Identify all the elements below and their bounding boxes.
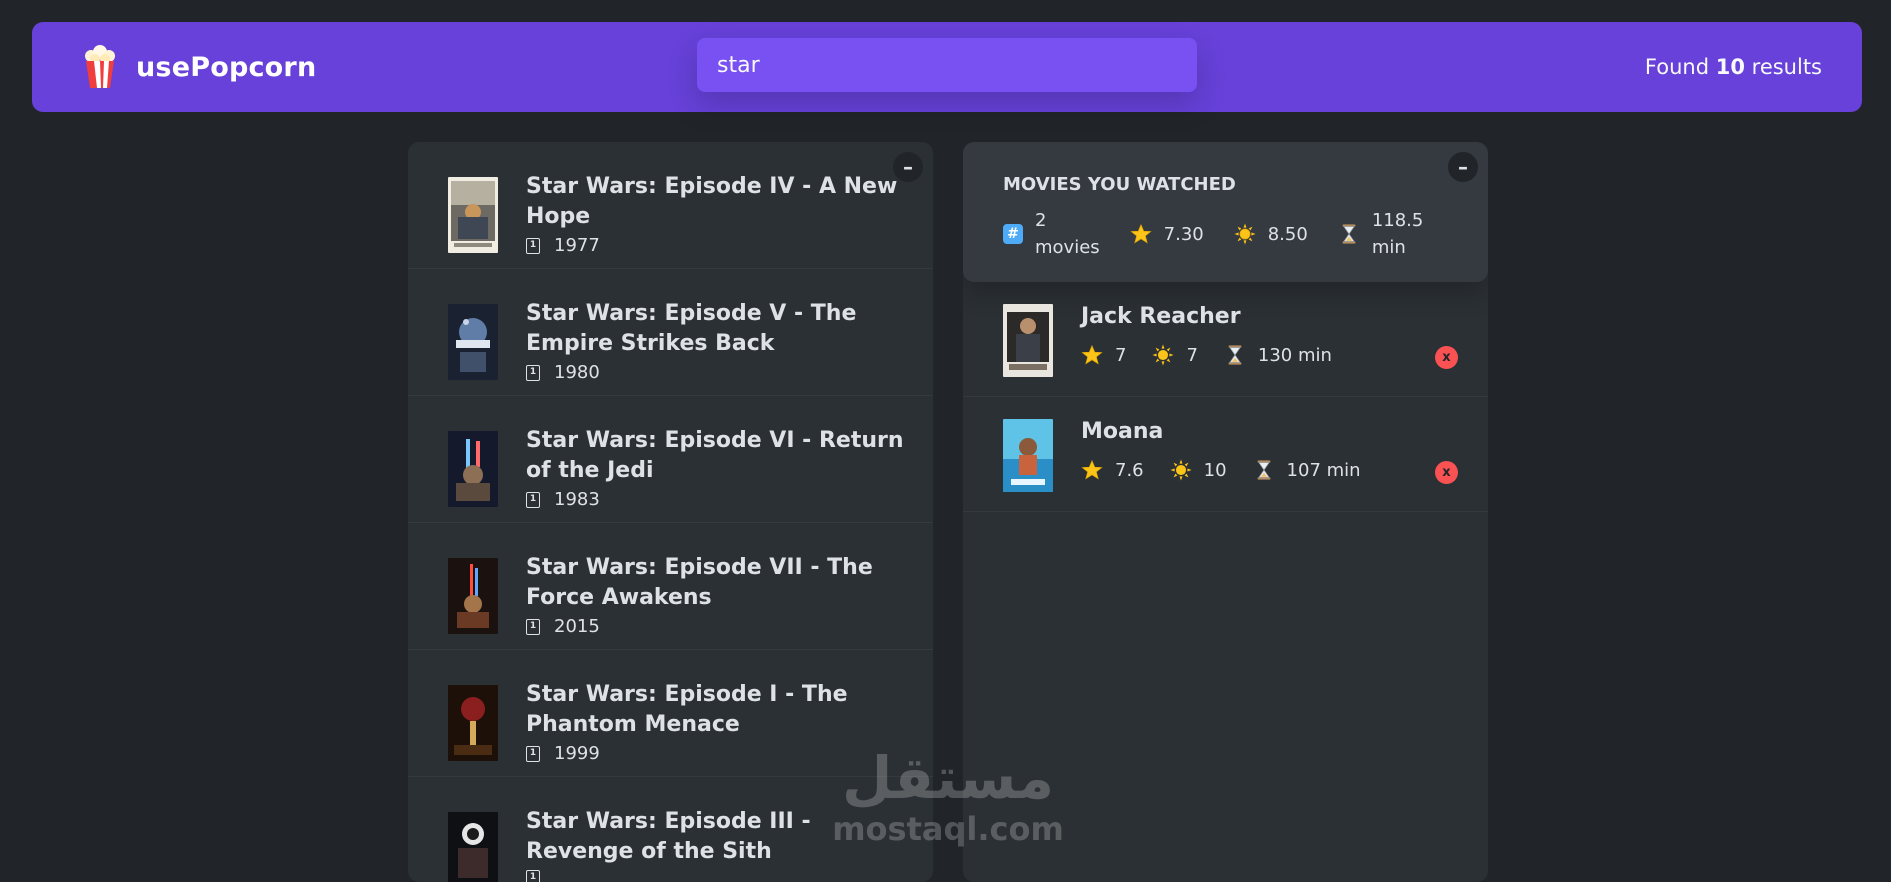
star-icon <box>1130 223 1152 244</box>
calendar-icon: 1 <box>526 870 540 882</box>
avg-runtime: 118.5 <box>1371 210 1424 231</box>
watched-poster <box>1003 419 1053 492</box>
movie-poster <box>448 177 498 253</box>
movie-poster <box>448 431 498 507</box>
watched-summary: MOVIES YOU WATCHED # 2 movies 7.30 8.50 … <box>963 142 1488 282</box>
delete-watched-button[interactable]: x <box>1435 346 1458 369</box>
movie-year: 1977 <box>554 235 600 256</box>
sun-icon <box>1170 459 1192 481</box>
stat-avg-imdb: 7.30 <box>1130 223 1204 245</box>
watched-stats: 7.6 10 107 min <box>1081 459 1361 481</box>
runtime: 130 min <box>1257 344 1332 366</box>
movies-label: movies <box>1035 237 1100 258</box>
results-suffix: results <box>1751 55 1822 79</box>
logo: usePopcorn <box>82 45 682 89</box>
movie-item[interactable]: Star Wars: Episode VII - The Force Awake… <box>408 523 933 650</box>
hash-icon: # <box>1003 224 1023 244</box>
movie-poster <box>448 304 498 380</box>
movie-item[interactable]: Star Wars: Episode VI - Return of the Je… <box>408 396 933 523</box>
movie-item[interactable]: Star Wars: Episode IV - A New Hope 1 197… <box>408 142 933 269</box>
summary-title: MOVIES YOU WATCHED <box>1003 174 1236 195</box>
results-count: Found 10 results <box>1645 55 1822 79</box>
movie-title: Star Wars: Episode VI - Return of the Je… <box>526 428 904 483</box>
avg-user-rating: 8.50 <box>1267 223 1308 245</box>
summary-stats: # 2 movies 7.30 8.50 118.5 min <box>1003 207 1448 261</box>
runtime-unit: min <box>1371 237 1406 258</box>
movie-title: Star Wars: Episode V - The Empire Strike… <box>526 301 857 356</box>
delete-watched-button[interactable]: x <box>1435 461 1458 484</box>
runtime: 107 min <box>1286 459 1361 481</box>
toggle-results-button[interactable]: – <box>893 152 923 182</box>
movie-year-row: 1 1983 <box>526 489 600 510</box>
movie-year: 1980 <box>554 362 600 383</box>
movie-year-row: 1 1980 <box>526 362 600 383</box>
calendar-icon: 1 <box>526 745 540 762</box>
star-icon <box>1081 459 1103 480</box>
watched-box: – MOVIES YOU WATCHED # 2 movies 7.30 8.5… <box>963 142 1488 882</box>
movie-title: Star Wars: Episode I - The Phantom Menac… <box>526 682 848 737</box>
movie-list: Star Wars: Episode IV - A New Hope 1 197… <box>408 142 933 882</box>
imdb-rating: 7 <box>1115 344 1127 366</box>
movies-count: 2 <box>1035 210 1047 231</box>
star-icon <box>1081 344 1103 365</box>
movie-title: Star Wars: Episode IV - A New Hope <box>526 174 898 229</box>
movie-item[interactable]: Star Wars: Episode III - Revenge of the … <box>408 777 933 882</box>
watched-title: Moana <box>1081 419 1164 444</box>
hourglass-icon <box>1257 460 1270 480</box>
movie-year-row: 1 1999 <box>526 743 600 764</box>
movie-title: Star Wars: Episode VII - The Force Awake… <box>526 555 873 610</box>
watched-item: Jack Reacher 7 7 130 min x <box>963 282 1488 397</box>
user-rating: 10 <box>1203 459 1227 481</box>
stat-movies-count: # 2 movies <box>1003 207 1100 261</box>
movie-year-row: 1 <box>526 870 554 882</box>
movie-item[interactable]: Star Wars: Episode V - The Empire Strike… <box>408 269 933 396</box>
app-title: usePopcorn <box>136 51 317 83</box>
popcorn-icon <box>82 45 118 89</box>
movie-year-row: 1 2015 <box>526 616 600 637</box>
results-number: 10 <box>1715 55 1745 79</box>
calendar-icon: 1 <box>526 618 540 635</box>
movie-title: Star Wars: Episode III - Revenge of the … <box>526 809 811 864</box>
watched-item: Moana 7.6 10 107 min x <box>963 397 1488 512</box>
sun-icon <box>1152 344 1174 366</box>
calendar-icon: 1 <box>526 364 540 381</box>
movie-year: 1999 <box>554 743 600 764</box>
movie-poster <box>448 558 498 634</box>
search-results-box: – Star Wars: Episode IV - A New Hope 1 1… <box>408 142 933 882</box>
movie-poster <box>448 812 498 882</box>
watched-poster <box>1003 304 1053 377</box>
hourglass-icon <box>1342 224 1356 244</box>
search-input[interactable] <box>697 38 1197 92</box>
imdb-rating: 7.6 <box>1115 459 1144 481</box>
movie-poster <box>448 685 498 761</box>
stat-avg-user: 8.50 <box>1234 223 1308 245</box>
sun-icon <box>1234 223 1256 245</box>
hourglass-icon <box>1228 345 1242 365</box>
results-prefix: Found <box>1644 55 1710 79</box>
navbar: usePopcorn Found 10 results <box>32 22 1862 112</box>
movie-year-row: 1 1977 <box>526 235 600 256</box>
movie-year: 1983 <box>554 489 600 510</box>
watched-title: Jack Reacher <box>1081 304 1241 329</box>
movie-year: 2015 <box>554 616 600 637</box>
stat-avg-runtime: 118.5 min <box>1338 207 1424 261</box>
watched-list: Jack Reacher 7 7 130 min x Moana 7.6 10 … <box>963 282 1488 512</box>
watched-stats: 7 7 130 min <box>1081 344 1332 366</box>
toggle-watched-button[interactable]: – <box>1448 152 1478 182</box>
avg-imdb-rating: 7.30 <box>1163 223 1204 245</box>
user-rating: 7 <box>1186 344 1198 366</box>
calendar-icon: 1 <box>526 237 540 254</box>
calendar-icon: 1 <box>526 491 540 508</box>
movie-item[interactable]: Star Wars: Episode I - The Phantom Menac… <box>408 650 933 777</box>
